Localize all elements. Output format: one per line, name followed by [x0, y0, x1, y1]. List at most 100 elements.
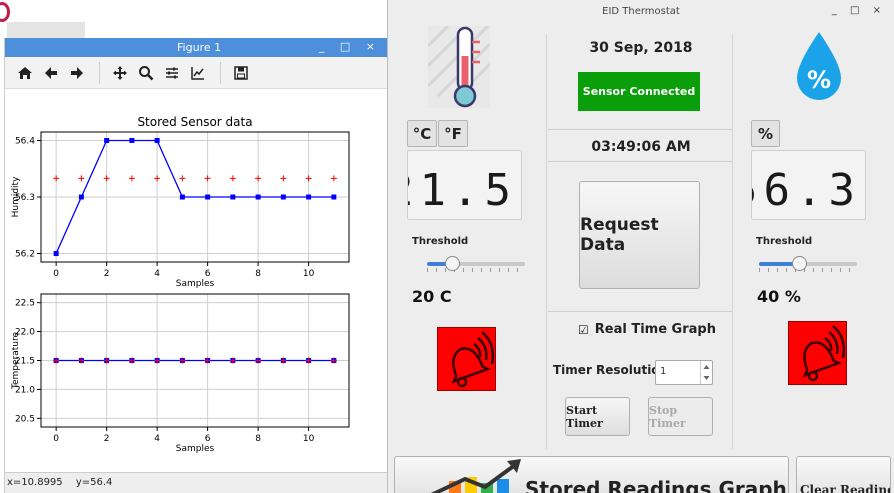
slider-knob[interactable] — [445, 256, 460, 271]
save-icon[interactable] — [229, 61, 253, 85]
slider-ticks — [427, 268, 525, 272]
start-timer-button[interactable]: Start Timer — [565, 397, 630, 436]
x-tick-label: 10 — [303, 434, 315, 444]
figure-statusbar: x=10.8995 y=56.4 — [5, 472, 388, 493]
checkbox-checked-icon[interactable]: ☑ — [578, 323, 589, 337]
data-point — [179, 194, 185, 200]
current-date: 30 Sep, 2018 — [589, 40, 693, 56]
temp-threshold-slider[interactable] — [427, 256, 525, 272]
timer-resolution-label: Timer Resolution — [553, 363, 669, 377]
clear-readings-button[interactable]: Clear Readings — [796, 456, 891, 493]
figure-titlebar[interactable]: Figure 1 _ □ × — [5, 38, 387, 57]
chart-growth-icon — [430, 459, 521, 493]
temperature-value: 21.5 — [408, 165, 517, 216]
x-tick-label: 10 — [303, 269, 315, 279]
slider-knob[interactable] — [792, 256, 807, 271]
data-point — [230, 194, 236, 200]
reference-point — [179, 175, 186, 182]
temp-threshold-value: 20 C — [412, 287, 452, 306]
x-tick-label: 6 — [205, 269, 211, 279]
fahrenheit-button[interactable]: °F — [438, 120, 468, 147]
figure-toolbar — [5, 57, 387, 89]
toolbar-separator — [99, 61, 100, 84]
reference-point — [255, 175, 262, 182]
x-readout: x=10.8995 — [7, 477, 63, 488]
x-tick-label: 4 — [154, 434, 160, 444]
data-point — [331, 194, 337, 200]
raspberry-logo-icon[interactable] — [0, 2, 10, 22]
y-readout: y=56.4 — [75, 477, 113, 488]
divider-time — [548, 161, 732, 162]
y-tick-label: 56.2 — [15, 250, 35, 260]
humidity-drop-icon: % — [791, 30, 847, 104]
data-point — [280, 194, 286, 200]
stored-readings-graph-button[interactable]: Stored Readings Graph — [394, 456, 789, 493]
temp-threshold-label: Threshold — [412, 236, 469, 247]
figure-window: Figure 1 _ □ × Stored Sensor data 0 2 4 6 8 — [4, 38, 388, 493]
stop-timer-button[interactable]: Stop Timer — [648, 397, 713, 436]
stored-readings-graph-label: Stored Readings Graph — [525, 477, 787, 493]
zoom-icon[interactable] — [134, 61, 158, 85]
figure-title: Figure 1 — [177, 41, 222, 54]
sensor-status-badge: Sensor Connected — [578, 72, 700, 111]
figure-canvas[interactable]: Stored Sensor data0 2 4 6 8 1056.256.356.4Sam… — [5, 89, 388, 472]
column-divider-right — [732, 34, 733, 449]
reference-point — [78, 175, 85, 182]
data-point — [104, 137, 110, 143]
x-tick-label: 2 — [104, 434, 110, 444]
x-tick-label: 2 — [104, 269, 110, 279]
spin-arrows[interactable] — [700, 361, 712, 384]
data-point — [154, 137, 160, 143]
home-icon[interactable] — [13, 61, 37, 85]
thermometer-icon — [426, 24, 492, 108]
clear-readings-label: Clear Readings — [800, 483, 890, 493]
hum-threshold-slider[interactable] — [759, 256, 857, 272]
x-axis-label: Samples — [176, 444, 215, 454]
data-point — [306, 194, 312, 200]
thermostat-titlebar[interactable]: EID Thermostat _ □ × — [388, 0, 894, 24]
forward-arrow-icon[interactable] — [65, 61, 89, 85]
reference-point — [229, 175, 236, 182]
svg-text:%: % — [807, 66, 831, 94]
y-axis-label: Humidity — [11, 176, 21, 217]
timer-resolution-value: 1 — [660, 366, 667, 377]
realtime-graph-checkbox[interactable]: ☑ Real Time Graph — [578, 322, 716, 337]
x-tick-label: 0 — [53, 434, 59, 444]
timer-resolution-spinbox[interactable]: 1 — [655, 360, 713, 385]
percent-button[interactable]: % — [751, 120, 780, 147]
back-arrow-icon[interactable] — [39, 61, 63, 85]
spin-arrows-icon[interactable] — [701, 361, 712, 384]
request-data-button[interactable]: Request Data — [579, 181, 700, 289]
humidity-display: 56.3 — [731, 150, 866, 220]
y-tick-label: 20.5 — [15, 414, 35, 424]
x-tick-label: 0 — [53, 269, 59, 279]
data-point — [78, 194, 84, 200]
reference-point — [128, 175, 135, 182]
configure-subplots-icon[interactable] — [160, 61, 184, 85]
thermostat-title: EID Thermostat — [602, 6, 680, 17]
edit-axes-icon[interactable] — [186, 61, 210, 85]
data-point — [205, 194, 211, 200]
thermostat-window-controls[interactable]: _ □ × — [832, 5, 886, 16]
slider-ticks — [759, 268, 857, 272]
toolbar-separator — [220, 61, 221, 84]
x-axis-label: Samples — [176, 279, 215, 289]
current-time: 03:49:06 AM — [591, 139, 691, 155]
data-point — [255, 194, 261, 200]
x-tick-label: 6 — [205, 434, 211, 444]
humidity-value: 56.3 — [752, 165, 861, 216]
celsius-button[interactable]: °C — [407, 120, 437, 147]
hum-threshold-value: 40 % — [757, 287, 801, 306]
x-tick-label: 8 — [255, 269, 261, 279]
reference-point — [280, 175, 287, 182]
reference-point — [103, 175, 110, 182]
pan-icon[interactable] — [108, 61, 132, 85]
temperature-lcd: 21.5 — [387, 165, 517, 216]
thermostat-window: EID Thermostat _ □ × °C °F 21.5 Threshol… — [387, 0, 894, 493]
hum-threshold-label: Threshold — [756, 236, 813, 247]
figure-window-controls[interactable]: _ □ × — [319, 40, 381, 53]
realtime-graph-label: Real Time Graph — [594, 322, 716, 337]
divider-request — [548, 311, 732, 312]
y-tick-label: 56.4 — [15, 136, 35, 146]
reference-point — [330, 175, 337, 182]
